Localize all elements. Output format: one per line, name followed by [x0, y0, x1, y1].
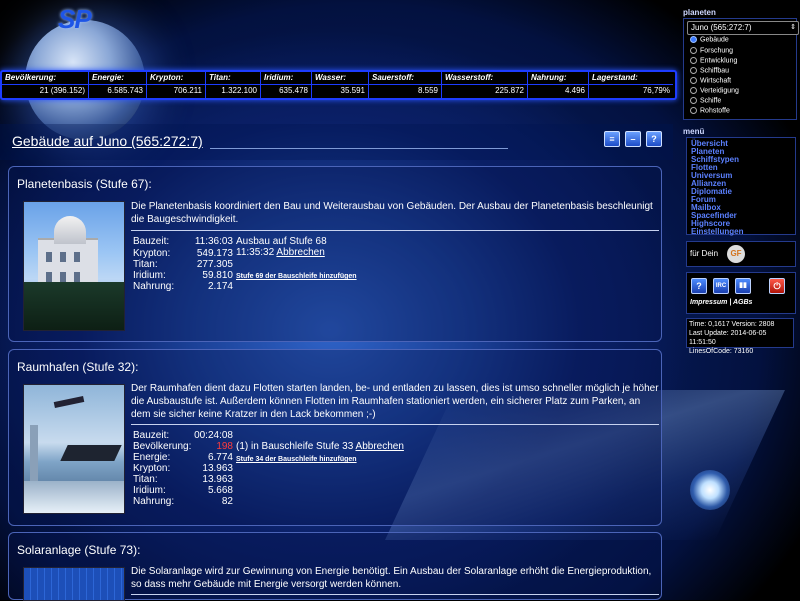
view-option-ships[interactable]: Schiffe	[690, 97, 721, 104]
building-description: Der Raumhafen dient dazu Flotten starten…	[131, 383, 659, 420]
cost-row: Iridium: 59.810	[133, 270, 233, 281]
building-title: Raumhafen (Stufe 32):	[17, 360, 139, 374]
add-to-queue-link[interactable]: Stufe 34 der Bauschleife hinzufügen	[236, 456, 357, 463]
cost-row: Krypton: 549.173	[133, 248, 233, 259]
legal-links: Impressum | AGBs	[690, 299, 753, 306]
resource-bar: Bevölkerung: 21 (396.152) Energie: 6.585…	[0, 70, 677, 100]
radio-icon	[690, 57, 697, 64]
list-view-icon[interactable]: ≡	[604, 131, 620, 147]
chevron-updown-icon: ⇕	[790, 24, 796, 31]
radio-icon	[690, 77, 697, 84]
resource-oxygen: Sauerstoff: 8.559	[369, 72, 442, 98]
irc-icon[interactable]: IRC	[713, 278, 729, 294]
building-image-observatory[interactable]	[23, 201, 125, 331]
cost-row: Bauzeit: 00:24:08	[133, 430, 233, 441]
resource-krypton: Krypton: 706.211	[147, 72, 206, 98]
cost-row: Nahrung: 2.174	[133, 281, 233, 292]
build-queue-status: (1) in Bauschleife Stufe 33 Abbrechen	[236, 441, 404, 452]
view-option-research[interactable]: Forschung	[690, 47, 733, 54]
add-to-queue-link[interactable]: Stufe 69 der Bauschleife hinzufügen	[236, 273, 357, 280]
radio-icon	[690, 97, 697, 104]
building-title: Solaranlage (Stufe 73):	[17, 543, 141, 557]
view-option-resources[interactable]: Rohstoffe	[690, 107, 730, 114]
agb-link[interactable]: AGBs	[733, 299, 752, 306]
logout-power-icon[interactable]: ⏻	[769, 278, 785, 294]
gf-banner[interactable]: für Dein GF	[686, 241, 796, 267]
resource-water: Wasser: 35.591	[312, 72, 369, 98]
cost-row: Titan: 13.963	[133, 474, 233, 485]
impressum-link[interactable]: Impressum	[690, 299, 727, 306]
radio-icon	[690, 47, 697, 54]
building-card-planetenbasis: Planetenbasis (Stufe 67): Die Planetenba…	[8, 166, 662, 342]
planets-title: planeten	[683, 8, 716, 17]
cost-row: Iridium: 5.668	[133, 485, 233, 496]
build-countdown: 11:35:32 Abbrechen	[236, 247, 325, 258]
cost-row: Bauzeit: 11:36:03	[133, 236, 233, 247]
sp-logo: SP	[58, 4, 92, 34]
page-title: Gebäude auf Juno (565:272:7)	[12, 133, 203, 149]
cost-row: Titan: 277.305	[133, 259, 233, 270]
server-stats: Time: 0,1617 Version: 2808 Last Update: …	[686, 318, 794, 355]
view-option-buildings[interactable]: Gebäude	[690, 36, 729, 43]
engine-glow	[690, 470, 730, 510]
cancel-link[interactable]: Abbrechen	[356, 441, 404, 452]
cost-row: Bevölkerung: 198	[133, 441, 233, 452]
help-icon[interactable]: ?	[691, 278, 707, 294]
resource-food: Nahrung: 4.496	[528, 72, 589, 98]
divider	[131, 230, 659, 231]
cost-row: Nahrung: 82	[133, 496, 233, 507]
title-underline	[210, 148, 508, 149]
radio-icon	[690, 67, 697, 74]
help-icon[interactable]: ?	[646, 131, 662, 147]
building-title: Planetenbasis (Stufe 67):	[17, 177, 152, 191]
building-image-solar[interactable]	[23, 567, 125, 601]
building-description: Die Solaranlage wird zur Gewinnung von E…	[131, 566, 652, 590]
gf-logo-icon: GF	[727, 245, 745, 263]
menu-title: menü	[683, 127, 705, 136]
cost-row: Krypton: 13.963	[133, 463, 233, 474]
view-option-economy[interactable]: Wirtschaft	[690, 77, 731, 84]
planets-panel: Juno (565:272:7) ⇕ Gebäude Forschung Ent…	[683, 18, 799, 120]
building-card-solaranlage: Solaranlage (Stufe 73): Die Solaranlage …	[8, 532, 662, 601]
divider	[131, 424, 659, 425]
minimize-icon[interactable]: –	[625, 131, 641, 147]
utility-panel: ? IRC ▮▮ ⏻ Impressum | AGBs	[686, 272, 796, 314]
resource-hydrogen: Wasserstoff: 225.872	[442, 72, 528, 98]
view-option-shipbuilding[interactable]: Schiffbau	[690, 67, 729, 74]
resource-energy: Energie: 6.585.743	[89, 72, 147, 98]
radio-icon	[690, 87, 697, 94]
planet-select[interactable]: Juno (565:272:7) ⇕	[687, 21, 799, 35]
resource-storage: Lagerstand: 76,79%	[589, 72, 673, 98]
radio-icon	[690, 36, 697, 43]
cancel-link[interactable]: Abbrechen	[276, 247, 324, 258]
menu-settings[interactable]: Einstellungen	[691, 228, 743, 236]
radio-icon	[690, 107, 697, 114]
stats-icon[interactable]: ▮▮	[735, 278, 751, 294]
building-card-raumhafen: Raumhafen (Stufe 32): Der Raumhafen dien…	[8, 349, 662, 526]
building-image-spaceport[interactable]	[23, 384, 125, 514]
view-option-defense[interactable]: Verteidigung	[690, 87, 739, 94]
building-description: Die Planetenbasis koordiniert den Bau un…	[131, 201, 653, 225]
cost-row: Energie: 6.774	[133, 452, 233, 463]
main-menu: Übersicht Planeten Schiffstypen Flotten …	[686, 137, 796, 236]
resource-iridium: Iridium: 635.478	[261, 72, 312, 98]
view-option-development[interactable]: Entwicklung	[690, 57, 737, 64]
resource-population: Bevölkerung: 21 (396.152)	[2, 72, 89, 98]
resource-titan: Titan: 1.322.100	[206, 72, 261, 98]
divider	[131, 594, 659, 595]
